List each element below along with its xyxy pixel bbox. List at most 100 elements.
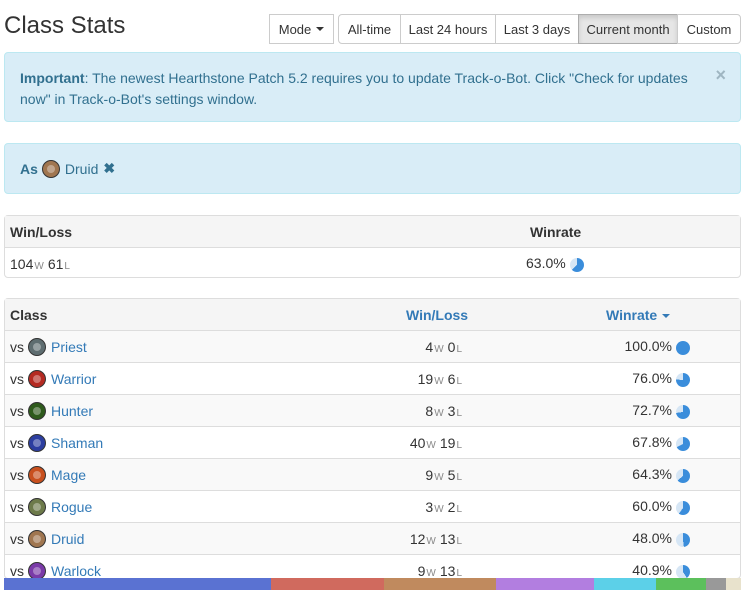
row-winrate: 64.3% xyxy=(632,466,672,483)
hunter-class-icon xyxy=(28,401,46,420)
winrate-cell: 60.0% xyxy=(606,498,726,515)
distribution-segment xyxy=(495,578,594,590)
mage-class-icon xyxy=(28,465,46,484)
class-link[interactable]: Priest xyxy=(51,339,87,355)
winrate-value-wrap: 76.0% xyxy=(606,370,672,386)
distribution-segment xyxy=(593,578,657,590)
class-cell: vs Shaman xyxy=(5,433,406,452)
table-row: vs Mage 9W 5L 64.3% xyxy=(5,459,740,491)
losses-suffix: L xyxy=(456,567,462,579)
winloss-cell: 19W 6L xyxy=(406,371,606,387)
class-filter-alert: As Druid ✖ xyxy=(4,143,741,194)
class-cell: vs Warrior xyxy=(5,369,406,388)
summary-winloss-header: Win/Loss xyxy=(10,223,73,240)
class-link[interactable]: Shaman xyxy=(51,435,103,451)
class-cell: vs Mage xyxy=(5,465,406,484)
winrate-cell: 48.0% xyxy=(606,530,726,547)
losses-suffix: L xyxy=(456,535,462,547)
winrate-column-header[interactable]: Winrate xyxy=(606,307,726,323)
class-distribution-bar xyxy=(4,578,741,590)
row-winrate: 40.9% xyxy=(632,562,672,579)
class-cell: vs Rogue xyxy=(5,497,406,516)
row-losses: 2 xyxy=(447,498,456,515)
mode-dropdown-button[interactable]: Mode xyxy=(269,14,334,44)
winloss-sort-link[interactable]: Win/Loss xyxy=(406,307,468,323)
row-losses: 6 xyxy=(447,370,456,387)
distribution-segment xyxy=(271,578,384,590)
wins-suffix: W xyxy=(426,439,436,451)
class-table-header-row: Class Win/Loss Winrate xyxy=(5,299,740,331)
table-row: vs Hunter 8W 3L 72.7% xyxy=(5,395,740,427)
row-wins: 8 xyxy=(425,402,434,419)
winrate-pie-icon xyxy=(676,532,690,547)
class-link[interactable]: Hunter xyxy=(51,403,93,419)
distribution-segment xyxy=(706,578,727,590)
wins-suffix: W xyxy=(434,375,444,387)
winrate-cell: 67.8% xyxy=(606,434,726,451)
winloss-value: 9W 13L xyxy=(406,563,466,579)
wins-suffix: W xyxy=(34,260,44,272)
class-column-header: Class xyxy=(10,306,48,323)
winloss-value: 9W 5L xyxy=(406,467,466,483)
remove-filter-icon[interactable]: ✖ xyxy=(103,160,115,177)
class-stats-table: Class Win/Loss Winrate vs Priest 4W 0L 100.0… xyxy=(4,298,741,580)
range-3days-button[interactable]: Last 3 days xyxy=(495,14,579,44)
class-link[interactable]: Warlock xyxy=(51,563,101,579)
class-link[interactable]: Druid xyxy=(51,531,84,547)
winrate-value-wrap: 60.0% xyxy=(606,498,672,514)
row-wins: 4 xyxy=(425,338,434,355)
winrate-pie-icon xyxy=(676,404,690,419)
winloss-cell: 9W 5L xyxy=(406,467,606,483)
range-custom-button[interactable]: Custom xyxy=(677,14,741,44)
class-cell: vs Hunter xyxy=(5,401,406,420)
table-row: vs Rogue 3W 2L 60.0% xyxy=(5,491,740,523)
losses-suffix: L xyxy=(456,343,462,355)
row-losses: 13 xyxy=(439,530,456,547)
class-link[interactable]: Warrior xyxy=(51,371,96,387)
table-row: vs Priest 4W 0L 100.0% xyxy=(5,331,740,363)
winrate-pie-icon xyxy=(676,340,690,355)
row-losses: 5 xyxy=(447,466,456,483)
wins-suffix: W xyxy=(434,471,444,483)
row-wins: 12 xyxy=(409,530,426,547)
vs-label: vs xyxy=(10,370,24,387)
row-winrate: 100.0% xyxy=(624,338,672,355)
winrate-cell: 76.0% xyxy=(606,370,726,387)
vs-label: vs xyxy=(10,562,24,579)
vs-label: vs xyxy=(10,402,24,419)
wins-suffix: W xyxy=(434,503,444,515)
winrate-value-wrap: 48.0% xyxy=(606,530,672,546)
losses-suffix: L xyxy=(456,471,462,483)
losses-suffix: L xyxy=(64,260,70,272)
wins-suffix: W xyxy=(434,407,444,419)
losses-suffix: L xyxy=(456,375,462,387)
row-wins: 3 xyxy=(425,498,434,515)
priest-class-icon xyxy=(28,337,46,356)
row-winrate: 72.7% xyxy=(632,402,672,419)
winrate-cell: 72.7% xyxy=(606,402,726,419)
close-icon[interactable]: × xyxy=(715,65,726,86)
summary-table: Win/Loss Winrate 104W 61L 63.0% xyxy=(4,215,741,278)
alert-strong: Important xyxy=(20,70,85,86)
winrate-cell: 64.3% xyxy=(606,466,726,483)
range-label: All-time xyxy=(347,21,392,37)
summary-wins: 104 xyxy=(10,255,34,272)
winloss-value: 4W 0L xyxy=(406,339,466,355)
winloss-value: 3W 2L xyxy=(406,499,466,515)
winrate-sort-link[interactable]: Winrate xyxy=(606,307,657,323)
warrior-class-icon xyxy=(28,369,46,388)
range-label: Last 3 days xyxy=(503,21,571,37)
winrate-value-wrap: 67.8% xyxy=(606,434,672,450)
winloss-column-header[interactable]: Win/Loss xyxy=(406,307,606,323)
range-24h-button[interactable]: Last 24 hours xyxy=(400,14,496,44)
range-all-time-button[interactable]: All-time xyxy=(338,14,401,44)
range-current-month-button[interactable]: Current month xyxy=(578,14,678,44)
winrate-pie-icon xyxy=(676,500,690,515)
range-label: Current month xyxy=(586,21,670,37)
row-wins: 9 xyxy=(417,562,426,579)
class-link[interactable]: Mage xyxy=(51,467,86,483)
row-wins: 40 xyxy=(409,434,426,451)
winloss-cell: 9W 13L xyxy=(406,563,606,579)
class-link[interactable]: Rogue xyxy=(51,499,92,515)
alert-message: : The newest Hearthstone Patch 5.2 requi… xyxy=(20,70,688,107)
